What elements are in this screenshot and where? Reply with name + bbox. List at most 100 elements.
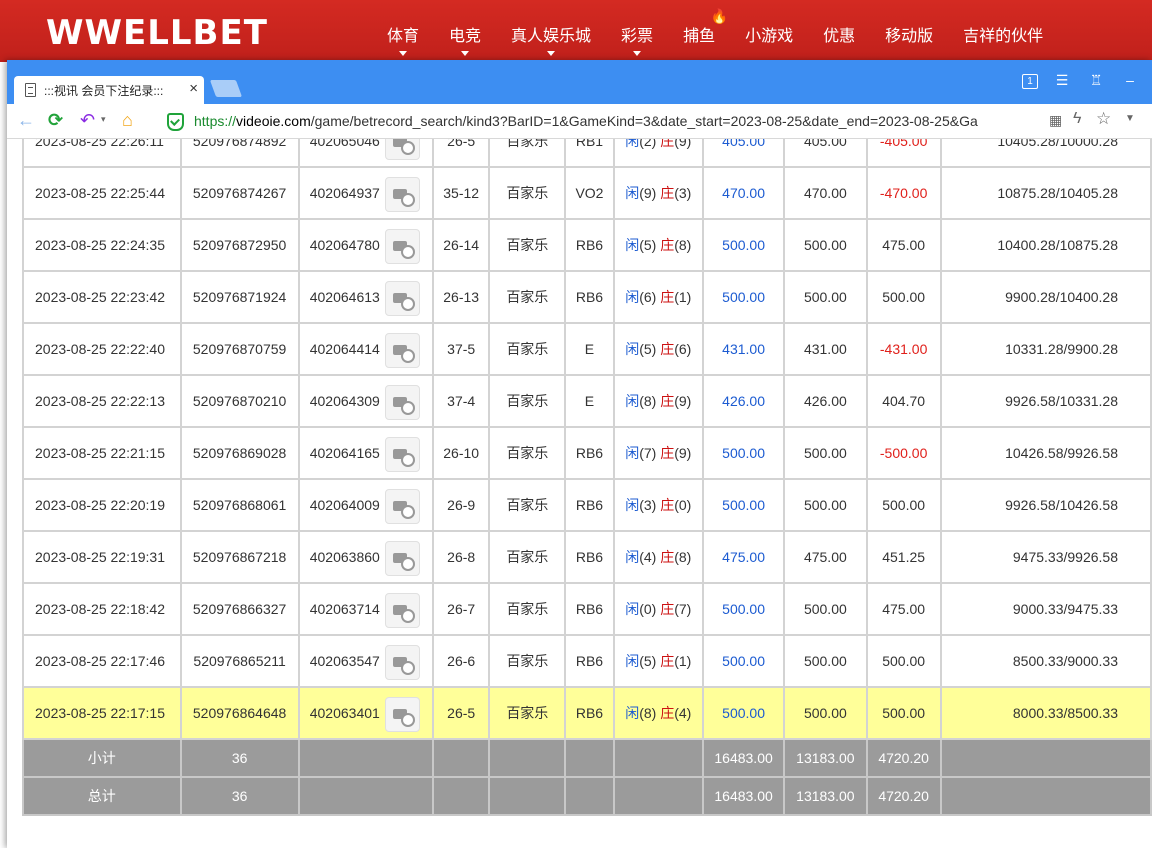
round-number: 402064165 [309,445,380,461]
result-cell: 闲(2) 庄(9) [612,139,704,168]
nav-item-4[interactable]: 捕鱼 🔥 [668,0,730,62]
bet-number-cell: 520976867218 [179,530,300,584]
tab-bar: :::视讯 会员下注纪录::: × 1 ☰ ♖ – [7,60,1152,104]
video-replay-icon[interactable] [384,645,420,680]
flame-hot-icon: 🔥 [710,8,729,24]
menu-icon[interactable]: ☰ [1052,72,1072,89]
game-type-cell: 百家乐 [488,530,567,584]
minimize-icon[interactable]: – [1120,72,1140,89]
video-replay-icon[interactable] [384,437,420,472]
video-replay-icon[interactable] [384,489,420,524]
valid-bet-cell: 500.00 [783,686,868,740]
video-replay-icon[interactable] [384,697,420,732]
video-replay-icon[interactable] [384,333,420,368]
round-number-cell: 402063714 [297,582,434,636]
lightning-icon[interactable]: ϟ [1073,110,1081,128]
video-replay-icon[interactable] [384,229,420,264]
shirt-skin-icon[interactable]: ♖ [1086,72,1106,89]
round-number-cell: 402064613 [297,270,434,324]
game-type-cell: 百家乐 [488,478,567,532]
round-number-cell: 402064937 [297,166,434,220]
win-loss-cell: 500.00 [865,634,942,688]
window-controls: 1 ☰ ♖ – [1022,72,1140,89]
star-bookmark-icon[interactable]: ☆ [1096,109,1111,129]
url-field[interactable]: https://videoie.com/game/betrecord_searc… [194,113,1044,129]
game-type-cell: 百家乐 [488,139,567,168]
nav-item-2[interactable]: 真人娱乐城 [496,0,606,62]
win-loss-cell: -500.00 [865,426,942,480]
empty-cell [297,776,434,816]
round-number: 402063547 [309,653,380,669]
round-number-cell: 402064780 [297,218,434,272]
table-row: 2023-08-25 22:24:35 520976872950 402064780… [22,218,1152,272]
result-cell: 闲(5) 庄(8) [612,218,704,272]
bet-amount-cell: 470.00 [701,166,786,220]
round-number-cell: 402063401 [297,686,434,740]
refresh-icon[interactable]: ⟳ [48,110,63,131]
banker-score: (4) [674,705,692,721]
new-tab-button[interactable] [209,80,243,97]
round-number-cell: 402064309 [297,374,434,428]
bet-amount-cell: 500.00 [701,582,786,636]
empty-cell [612,776,704,816]
grid-icon[interactable]: ▦ [1049,112,1062,129]
undo-icon[interactable]: ↶ [80,110,95,131]
bet-number-cell: 520976865211 [179,634,300,688]
video-replay-icon[interactable] [384,385,420,420]
table-id-cell: 26-5 [431,139,491,168]
banker-label: 庄 [660,393,675,409]
bet-time-cell: 2023-08-25 22:26:11 [22,139,182,168]
menu-dropdown-icon[interactable]: ▼ [1125,113,1135,124]
player-score: (0) [639,601,657,617]
nav-item-6[interactable]: 优惠 [808,0,870,62]
round-number: 402063714 [309,601,380,617]
video-replay-icon[interactable] [384,177,420,212]
empty-cell [612,738,704,778]
result-cell: 闲(5) 庄(6) [612,322,704,376]
round-number: 402064309 [309,393,380,409]
table-row: 2023-08-25 22:25:44 520976874267 402064937… [22,166,1152,220]
banker-label: 庄 [660,289,675,305]
banker-score: (1) [674,289,692,305]
room-cell: RB6 [564,686,615,740]
nav-item-5[interactable]: 小游戏 [730,0,808,62]
close-tab-icon[interactable]: × [189,80,198,97]
site-logo[interactable]: WWELLBET [46,13,268,53]
table-id-cell: 26-10 [431,426,491,480]
video-replay-icon[interactable] [384,593,420,628]
nav-item-label: 捕鱼 [683,28,716,45]
player-label: 闲 [625,139,640,149]
result-cell: 闲(9) 庄(3) [612,166,704,220]
room-cell: RB6 [564,530,615,584]
bet-time-cell: 2023-08-25 22:22:13 [22,374,182,428]
summary-count-cell: 36 [179,776,300,816]
nav-item-3[interactable]: 彩票 [606,0,668,62]
player-label: 闲 [625,237,640,253]
dropdown-caret-icon [633,51,642,56]
video-replay-icon[interactable] [384,541,420,576]
nav-item-7[interactable]: 移动版 [870,0,948,62]
video-replay-icon[interactable] [384,139,420,160]
result-cell: 闲(5) 庄(1) [612,634,704,688]
nav-item-0[interactable]: 体育 [372,0,434,62]
banker-label: 庄 [660,705,675,721]
nav-item-8[interactable]: 吉祥的伙伴 [948,0,1058,62]
game-type-cell: 百家乐 [488,322,567,376]
bet-time-cell: 2023-08-25 22:18:42 [22,582,182,636]
round-number: 402064613 [309,289,380,305]
round-number: 402064009 [309,497,380,513]
video-replay-icon[interactable] [384,281,420,316]
undo-dropdown-icon[interactable]: ▾ [101,114,106,125]
back-arrow-icon[interactable]: ← [17,110,35,131]
bet-time-cell: 2023-08-25 22:22:40 [22,322,182,376]
banker-label: 庄 [660,497,675,513]
banker-label: 庄 [660,445,675,461]
banker-score: (6) [674,341,692,357]
nav-item-1[interactable]: 电竞 [434,0,496,62]
browser-tab[interactable]: :::视讯 会员下注纪录::: × [14,76,204,104]
window-count-icon[interactable]: 1 [1022,74,1038,89]
round-number-cell: 402064009 [297,478,434,532]
summary-label-cell: 小计 [22,738,182,778]
room-cell: RB6 [564,270,615,324]
home-icon[interactable]: ⌂ [122,110,133,131]
